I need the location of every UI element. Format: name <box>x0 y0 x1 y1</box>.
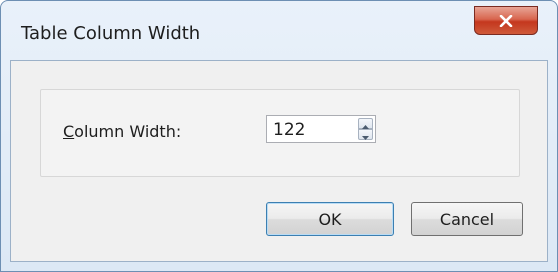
chevron-down-icon <box>362 125 369 144</box>
label-accelerator: C <box>63 122 75 141</box>
dialog-body: Column Width: 122 OK Cancel <box>10 60 548 262</box>
title-bar[interactable]: Table Column Width <box>1 1 557 59</box>
label-text: olumn Width: <box>74 122 182 141</box>
close-button[interactable] <box>474 6 538 35</box>
cancel-button[interactable]: Cancel <box>411 202 523 236</box>
ok-button[interactable]: OK <box>266 202 394 236</box>
column-width-spinner[interactable]: 122 <box>266 115 376 143</box>
close-icon <box>499 14 513 27</box>
dialog-title: Table Column Width <box>21 23 201 44</box>
settings-group: Column Width: 122 <box>40 89 520 177</box>
column-width-input[interactable]: 122 <box>273 120 305 140</box>
dialog-window: Table Column Width Column Width: 122 OK … <box>0 0 558 272</box>
spin-down-button[interactable] <box>358 129 373 140</box>
column-width-label: Column Width: <box>63 122 181 141</box>
spinner-buttons <box>358 118 373 140</box>
